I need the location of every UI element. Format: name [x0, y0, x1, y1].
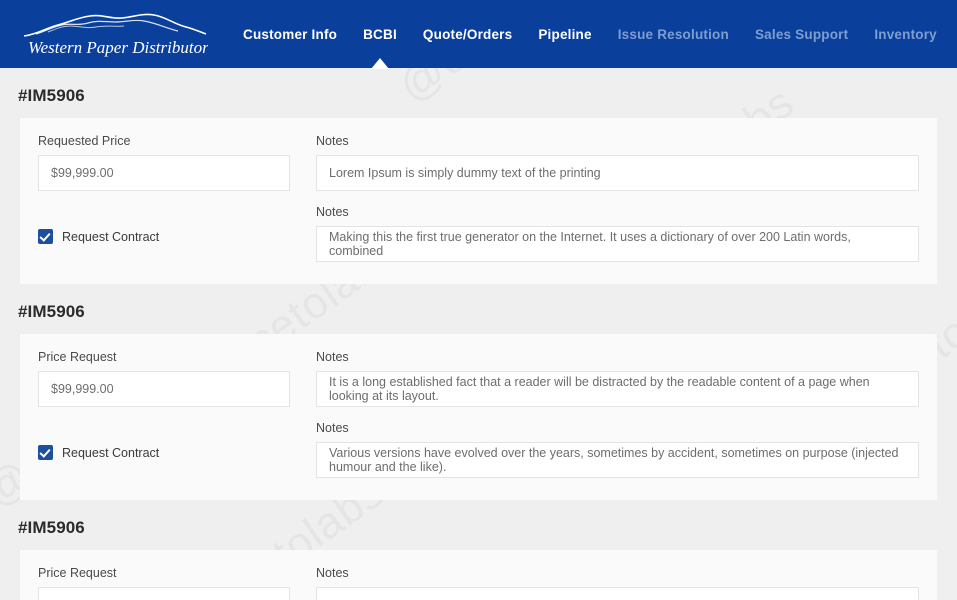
main-content: #IM5906 Requested Price $99,999.00 Reque…: [0, 68, 957, 600]
request-contract-label: Request Contract: [62, 230, 159, 244]
notes-input[interactable]: Lorem Ipsum is simply dummy text of the …: [316, 155, 919, 191]
svg-text:Western Paper Distributors: Western Paper Distributors: [28, 38, 208, 57]
notes-label: Notes: [316, 350, 919, 364]
nav-label: Sales Support: [755, 27, 848, 42]
request-contract-checkbox[interactable]: [38, 445, 53, 460]
notes-group: Notes Making this the first true generat…: [316, 205, 919, 262]
active-tab-caret-icon: [371, 58, 389, 69]
nav-label: Inventory: [874, 27, 937, 42]
price-field-label: Requested Price: [38, 134, 290, 148]
nav-label: BCBI: [363, 27, 397, 42]
top-navigation-bar: Western Paper Distributors Customer Info…: [0, 0, 957, 68]
nav-item-inventory[interactable]: Inventory: [861, 27, 950, 42]
notes-input[interactable]: Making this the first true generator on …: [316, 226, 919, 262]
nav-item-customer-info[interactable]: Customer Info: [230, 27, 350, 42]
price-input[interactable]: $99,999.00: [38, 371, 290, 407]
card-right-column: Notes Lorem Ipsum is simply dummy text o…: [316, 134, 919, 262]
record-card: Requested Price $99,999.00 Request Contr…: [20, 118, 937, 284]
section-title: #IM5906: [0, 68, 957, 118]
record-section: #IM5906 Price Request $99,999.00 Request…: [0, 284, 957, 500]
price-field-label: Price Request: [38, 350, 290, 364]
nav-links: Customer Info BCBI Quote/Orders Pipeline…: [230, 27, 957, 42]
notes-input[interactable]: It is a long established fact that a rea…: [316, 371, 919, 407]
nav-label: Pipeline: [538, 27, 591, 42]
nav-item-sales-initiatives[interactable]: Sales Initiatives: [950, 27, 957, 42]
nav-item-quote-orders[interactable]: Quote/Orders: [410, 27, 525, 42]
price-field-label: Price Request: [38, 566, 290, 580]
nav-item-pipeline[interactable]: Pipeline: [525, 27, 604, 42]
price-input[interactable]: $99,999.00: [38, 155, 290, 191]
record-card: Price Request Notes: [20, 550, 937, 600]
nav-label: Issue Resolution: [618, 27, 729, 42]
nav-item-sales-support[interactable]: Sales Support: [742, 27, 861, 42]
card-left-column: Price Request $99,999.00 Request Contrac…: [38, 350, 290, 478]
record-section: #IM5906 Requested Price $99,999.00 Reque…: [0, 68, 957, 284]
nav-item-bcbi[interactable]: BCBI: [350, 27, 410, 42]
notes-group: Notes It is a long established fact that…: [316, 350, 919, 407]
notes-label: Notes: [316, 421, 919, 435]
notes-group: Notes: [316, 566, 919, 600]
card-right-column: Notes It is a long established fact that…: [316, 350, 919, 478]
record-section: #IM5906 Price Request Notes: [0, 500, 957, 600]
notes-group: Notes Various versions have evolved over…: [316, 421, 919, 478]
company-logo[interactable]: Western Paper Distributors: [18, 8, 208, 60]
request-contract-row[interactable]: Request Contract: [38, 445, 290, 460]
card-right-column: Notes: [316, 566, 919, 600]
nav-label: Quote/Orders: [423, 27, 512, 42]
section-title: #IM5906: [0, 500, 957, 550]
notes-input[interactable]: Various versions have evolved over the y…: [316, 442, 919, 478]
notes-label: Notes: [316, 134, 919, 148]
notes-label: Notes: [316, 205, 919, 219]
app-page: @oncetolabs @oncetolabs @oncetolabs @onc…: [0, 0, 957, 600]
request-contract-checkbox[interactable]: [38, 229, 53, 244]
card-left-column: Requested Price $99,999.00 Request Contr…: [38, 134, 290, 262]
request-contract-row[interactable]: Request Contract: [38, 229, 290, 244]
nav-item-issue-resolution[interactable]: Issue Resolution: [605, 27, 742, 42]
price-input[interactable]: [38, 587, 290, 600]
nav-label: Customer Info: [243, 27, 337, 42]
notes-group: Notes Lorem Ipsum is simply dummy text o…: [316, 134, 919, 191]
notes-label: Notes: [316, 566, 919, 580]
notes-input[interactable]: [316, 587, 919, 600]
request-contract-label: Request Contract: [62, 446, 159, 460]
record-card: Price Request $99,999.00 Request Contrac…: [20, 334, 937, 500]
card-left-column: Price Request: [38, 566, 290, 600]
section-title: #IM5906: [0, 284, 957, 334]
